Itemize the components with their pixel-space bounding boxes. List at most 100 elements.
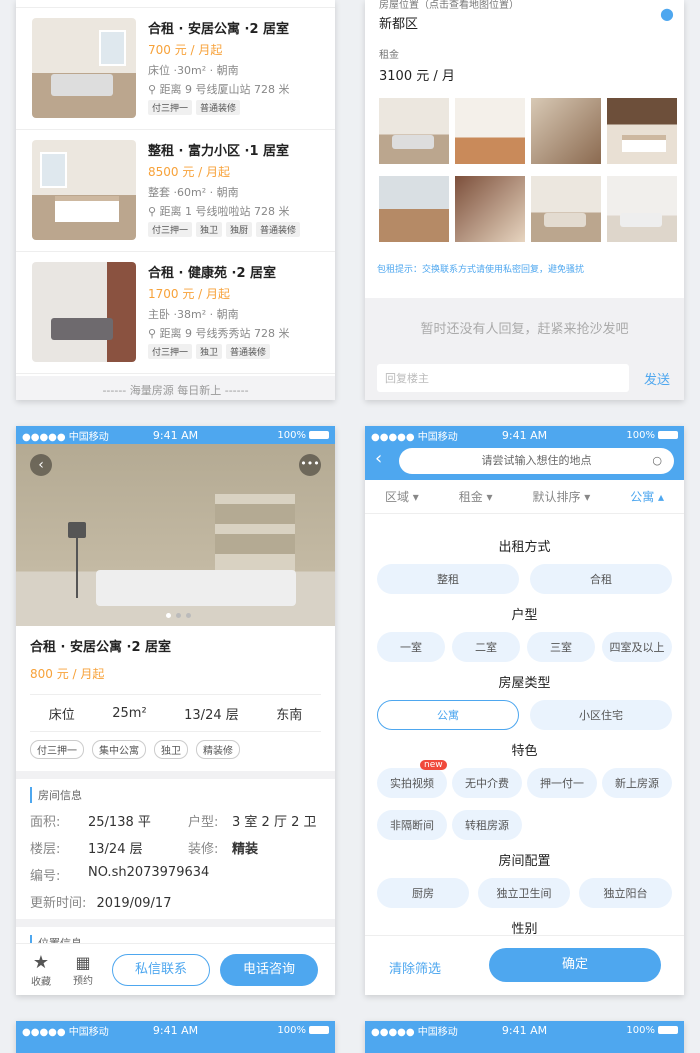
area-value: 25/138 平 xyxy=(88,815,151,830)
clear-filter-button[interactable]: 清除筛选 xyxy=(389,958,441,977)
rent-value: 3100 元 / 月 xyxy=(379,69,455,84)
house-type-title: 房屋类型 xyxy=(498,676,551,691)
detail-tags: 付三押一 集中公寓 独卫 精装修 xyxy=(16,732,335,767)
location-label: 房屋位置（点击查看地图位置） xyxy=(379,0,519,11)
gallery-photo[interactable] xyxy=(455,98,525,164)
filter-screen: ●●●●● 中国移动 9:41 AM 100% ‹ 请尝试输入想住的地点 ○ 区域 ▾… xyxy=(365,426,684,995)
confirm-button[interactable]: 确定 xyxy=(489,948,661,982)
message-button[interactable]: 私信联系 xyxy=(112,953,210,986)
stats-row: 床位 25m² 13/24 层东南 xyxy=(30,694,321,732)
list-footer: ------ 海量房源 每日新上 ------ xyxy=(16,376,335,400)
book-button[interactable]: ▦ 预约 xyxy=(66,953,100,987)
deco-value: 精装 xyxy=(232,842,259,857)
item-title: 合租 · 安居公寓 ·2 居室 xyxy=(148,22,290,37)
option-balcony[interactable]: 独立阳台 xyxy=(579,878,672,908)
status-bar: ●●●●● 中国移动 9:41 AM 100% xyxy=(365,1021,684,1039)
item-distance: ⚲ 距离 1 号线啦啦站 728 米 xyxy=(148,205,290,218)
tab-area[interactable]: 区域 ▾ xyxy=(385,488,419,505)
list-item[interactable]: 合租 · 安居公寓 ·2 居室 700 元 / 月起 床位 ·30m² · 朝南… xyxy=(16,8,335,130)
list-item[interactable]: 合租 · 健康苑 ·2 居室 1700 元 / 月起 主卧 ·38m² · 朝南… xyxy=(16,252,335,374)
option-three-room[interactable]: 三室 xyxy=(527,632,595,662)
rent-label: 租金 xyxy=(379,50,399,61)
option-new[interactable]: 新上房源 xyxy=(602,768,672,798)
location-pin-icon: ⚲ xyxy=(148,205,157,218)
option-deposit[interactable]: 押一付一 xyxy=(527,768,597,798)
tag: 普通装修 xyxy=(196,100,241,115)
search-input[interactable]: 请尝试输入想住的地点 ○ xyxy=(399,448,674,474)
option-whole[interactable]: 整租 xyxy=(377,564,519,594)
tab-rent[interactable]: 租金 ▾ xyxy=(459,488,493,505)
call-button[interactable]: 电话咨询 xyxy=(220,953,318,986)
location-pin-icon[interactable]: ● xyxy=(660,4,674,23)
config-title: 房间配置 xyxy=(498,854,551,869)
feature-title: 特色 xyxy=(511,744,538,759)
gallery-photo[interactable] xyxy=(607,98,677,164)
listing-screen: 合租 · 安居公寓 ·2 居室 700 元 / 月起 床位 ·30m² · 朝南… xyxy=(16,0,335,400)
room-photo xyxy=(32,18,136,118)
favorite-button[interactable]: ★ 收藏 xyxy=(26,952,56,988)
location-value[interactable]: 新都区 xyxy=(379,13,670,32)
option-four-plus[interactable]: 四室及以上 xyxy=(602,632,672,662)
tag: 独厨 xyxy=(226,222,253,237)
gallery-photo[interactable] xyxy=(455,176,525,242)
search-icon[interactable]: ○ xyxy=(652,448,662,474)
rent-mode-title: 出租方式 xyxy=(498,540,551,555)
reply-input[interactable]: 回复楼主 xyxy=(377,364,629,392)
gallery-photo[interactable] xyxy=(531,176,601,242)
item-title: 合租 · 健康苑 ·2 居室 xyxy=(148,266,277,281)
item-distance: ⚲ 距离 9 号线厦山站 728 米 xyxy=(148,83,290,96)
more-icon[interactable]: ••• xyxy=(299,454,321,476)
code-value: NO.sh2073979634 xyxy=(88,865,210,880)
status-bar: ●●●●● 中国移动 9:41 AM 100% xyxy=(16,426,335,444)
option-non-partition[interactable]: 非隔断间 xyxy=(377,810,447,840)
option-video[interactable]: 实拍视频 xyxy=(377,768,447,798)
option-sublet[interactable]: 转租房源 xyxy=(452,810,522,840)
option-shared[interactable]: 合租 xyxy=(530,564,672,594)
tag: 普通装修 xyxy=(256,222,301,237)
item-price: 1700 元 / 月起 xyxy=(148,287,231,301)
option-one-room[interactable]: 一室 xyxy=(377,632,445,662)
gallery-photo[interactable] xyxy=(531,98,601,164)
photo-grid xyxy=(365,98,684,242)
gallery-photo[interactable] xyxy=(379,98,449,164)
room-info-title: 房间信息 xyxy=(30,787,321,803)
tab-sort[interactable]: 默认排序 ▾ xyxy=(532,488,590,505)
back-icon[interactable]: ‹ xyxy=(30,454,52,476)
privacy-tip: 包租提示：交换联系方式请使用私密回复，避免骚扰 xyxy=(377,265,585,275)
tag: 付三押一 xyxy=(148,344,193,359)
item-title: 整租 · 富力小区 ·1 居室 xyxy=(148,144,290,159)
floor-value: 13/24 层 xyxy=(88,842,143,857)
hero-photo: ‹ ••• xyxy=(16,444,335,626)
gallery-photo[interactable] xyxy=(379,176,449,242)
carousel-dots xyxy=(166,613,191,618)
gallery-photo[interactable] xyxy=(607,176,677,242)
partial-screen-right: ●●●●● 中国移动 9:41 AM 100% xyxy=(365,1021,684,1053)
send-button[interactable]: 发送 xyxy=(644,369,670,388)
option-apartment[interactable]: 公寓 xyxy=(377,700,519,730)
tab-apartment[interactable]: 公寓 ▴ xyxy=(630,488,664,505)
room-photo xyxy=(32,262,136,362)
detail-screen: ●●●●● 中国移动 9:41 AM 100% ‹ ••• 合租 · 安居公寓 ·2… xyxy=(16,426,335,995)
item-meta: 主卧 ·38m² · 朝南 xyxy=(148,308,239,321)
type-value: 3 室 2 厅 2 卫 xyxy=(232,815,317,830)
bottom-bar: ★ 收藏 ▦ 预约 私信联系 电话咨询 xyxy=(16,943,335,995)
post-screen: 房屋位置（点击查看地图位置） 新都区 ● 租金 3100 元 / 月 包租提示：… xyxy=(365,0,684,400)
status-bar: ●●●●● 中国移动 9:41 AM 100% xyxy=(16,1021,335,1039)
back-icon[interactable]: ‹ xyxy=(375,448,382,469)
option-no-agent[interactable]: 无中介费 xyxy=(452,768,522,798)
option-residential[interactable]: 小区住宅 xyxy=(530,700,672,730)
option-bathroom[interactable]: 独立卫生间 xyxy=(478,878,570,908)
location-pin-icon: ⚲ xyxy=(148,83,157,96)
option-two-room[interactable]: 二室 xyxy=(452,632,520,662)
item-meta: 整套 ·60m² · 朝南 xyxy=(148,186,239,199)
tag: 独卫 xyxy=(196,344,223,359)
partial-screen-left: ●●●●● 中国移动 9:41 AM 100% xyxy=(16,1021,335,1053)
tag: 普通装修 xyxy=(226,344,271,359)
filter-footer: 清除筛选 确定 xyxy=(365,935,684,995)
layout-title: 户型 xyxy=(511,608,538,623)
item-distance: ⚲ 距离 9 号线秀秀站 728 米 xyxy=(148,327,290,340)
tag: 付三押一 xyxy=(148,100,193,115)
update-time: 2019/09/17 xyxy=(96,896,172,911)
option-kitchen[interactable]: 厨房 xyxy=(377,878,469,908)
list-item[interactable]: 整租 · 富力小区 ·1 居室 8500 元 / 月起 整套 ·60m² · 朝… xyxy=(16,130,335,252)
